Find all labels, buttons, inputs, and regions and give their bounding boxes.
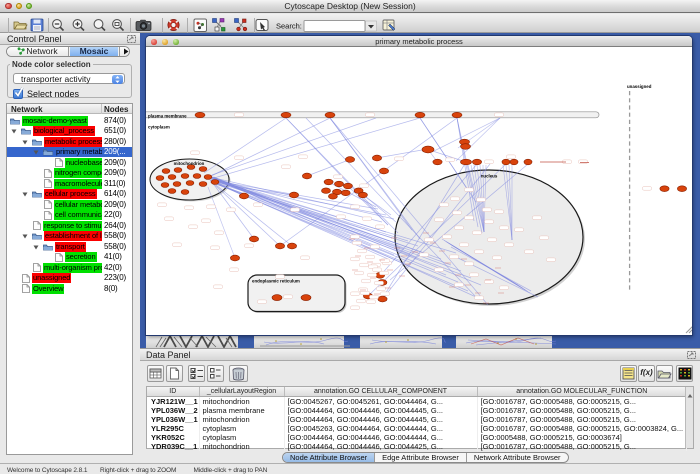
svg-text:cytoplasm: cytoplasm [148,125,170,130]
svg-text:mitochondrion: mitochondrion [174,161,205,166]
svg-text:plasma membrane: plasma membrane [148,113,187,118]
svg-text:endoplasmic reticulum: endoplasmic reticulum [252,279,300,284]
svg-text:Search:: Search: [276,22,302,31]
svg-text:nucleus: nucleus [481,174,498,179]
svg-text:unassigned: unassigned [627,84,652,89]
